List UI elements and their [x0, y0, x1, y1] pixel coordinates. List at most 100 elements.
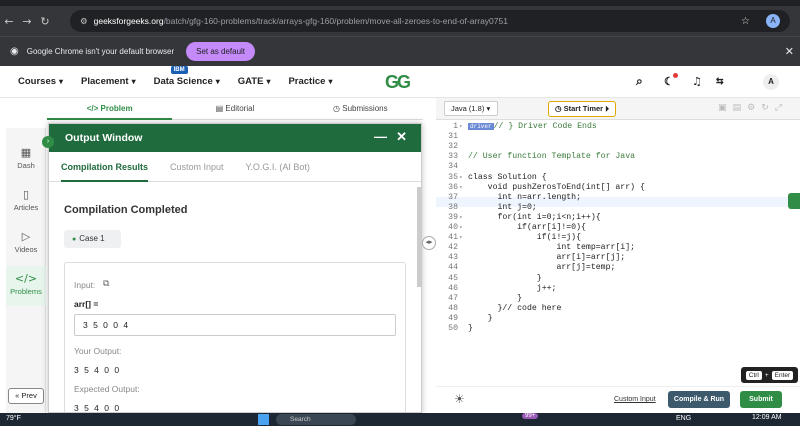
prev-button[interactable]: « Prev	[8, 388, 44, 404]
code-line: if(i!=j){	[468, 233, 582, 243]
windows-start-icon[interactable]	[258, 414, 269, 425]
input-value[interactable]: 3 5 0 0 4	[74, 314, 396, 336]
line-number: 40	[448, 223, 458, 232]
expected-output-value: 3 5 4 0 0	[74, 403, 121, 413]
compile-run-button[interactable]: Compile & Run	[668, 391, 730, 408]
code-line: }	[468, 273, 542, 283]
editor-toolbar: Java (1.8) ▾ ◷ Start Timer ⏵ ▣▤⚙↻⤢	[436, 98, 800, 120]
tab-yogi-ai-bot[interactable]: Y.O.G.I. (AI Bot)	[246, 152, 310, 182]
code-line: }	[468, 324, 473, 333]
rail-label: Dash	[17, 161, 35, 170]
tab-submissions[interactable]: ◷ Submissions	[298, 98, 423, 120]
code-editor[interactable]: 1 ▾ driver// } Driver Code Ends 31 32 33// Us…	[436, 120, 800, 386]
site-info-icon[interactable]: ⚙	[80, 16, 88, 27]
rail-item-articles[interactable]: ▯ Articles	[6, 188, 46, 212]
address-bar[interactable]: ⚙ geeksforgeeks.org/batch/gfg-160-proble…	[70, 10, 790, 32]
reload-icon[interactable]: ↻	[36, 15, 54, 28]
infobar-close-icon[interactable]: ✕	[785, 45, 794, 58]
driver-code-tag: driver	[468, 123, 494, 130]
user-avatar[interactable]: A	[763, 74, 779, 90]
fold-arrow-icon[interactable]: ▾	[459, 174, 463, 181]
nav-placement[interactable]: Placement ▾	[81, 76, 136, 87]
case-label: Case 1	[79, 234, 105, 243]
scrollbar[interactable]	[417, 187, 421, 287]
url-host: geeksforgeeks.org	[93, 16, 164, 26]
case-1-pill[interactable]: ● Case 1	[64, 230, 121, 248]
panel-resize-handle[interactable]: ◂▸	[422, 236, 436, 250]
profile-avatar[interactable]: A	[766, 14, 780, 28]
code-line: int n=arr.length;	[468, 192, 582, 202]
weather-widget[interactable]: 79°F	[6, 415, 21, 422]
fold-arrow-icon[interactable]: ▾	[459, 234, 463, 241]
feedback-tab[interactable]	[788, 193, 800, 209]
clock[interactable]: 12:09 AM	[752, 414, 782, 421]
theme-sun-icon[interactable]: ☀	[454, 392, 465, 406]
line-number: 47	[448, 293, 458, 303]
tab-editorial[interactable]: ▤ Editorial	[172, 98, 297, 120]
translate-icon[interactable]: ⇆	[716, 76, 724, 87]
code-icon: </>	[14, 272, 38, 285]
code-line: }	[468, 313, 493, 323]
site-navbar: Courses ▾ Placement ▾ IBM Data Science ▾ GAT…	[0, 66, 800, 98]
expected-output-label: Expected Output:	[74, 384, 140, 394]
line-number: 41	[448, 233, 458, 243]
fold-arrow-icon[interactable]: ▾	[459, 214, 463, 221]
nav-gate[interactable]: GATE ▾	[238, 76, 271, 87]
code-line: j++;	[468, 283, 557, 293]
code-line: }	[468, 293, 523, 303]
language-indicator[interactable]: ENG	[676, 415, 691, 422]
back-icon[interactable]: ←	[0, 15, 18, 28]
rail-item-dash[interactable]: ▦ Dash	[6, 146, 46, 170]
line-number: 38	[448, 202, 458, 212]
ctrl-key: Ctrl	[745, 370, 762, 380]
tab-compilation-results[interactable]: Compilation Results	[61, 152, 149, 182]
start-timer-button[interactable]: ◷ Start Timer ⏵	[548, 101, 616, 117]
custom-input-link[interactable]: Custom Input	[614, 396, 656, 403]
search-icon[interactable]: ⌕	[636, 74, 643, 89]
problem-tabs: </> Problem ▤ Editorial ◷ Submissions	[47, 98, 423, 120]
taskbar-search[interactable]: Search	[276, 414, 356, 425]
rail-item-videos[interactable]: ▷ Videos	[6, 230, 46, 254]
timer-label: Start Timer	[563, 104, 604, 113]
language-select[interactable]: Java (1.8) ▾	[444, 101, 498, 116]
minimize-icon[interactable]: —	[374, 129, 387, 144]
code-line: for(int i=0;i<n;i++){	[468, 212, 601, 222]
nav-label: Courses	[18, 76, 57, 87]
set-default-button[interactable]: Set as default	[186, 42, 256, 61]
fold-arrow-icon[interactable]: ▾	[459, 123, 463, 130]
nav-data-science[interactable]: IBM Data Science ▾	[154, 66, 220, 87]
submit-button[interactable]: Submit	[740, 391, 782, 408]
tab-problem[interactable]: </> Problem	[47, 98, 173, 120]
rail-label: Articles	[13, 203, 39, 212]
theme-toggle-icon[interactable]: ☾	[664, 75, 674, 88]
nav-courses[interactable]: Courses ▾	[18, 76, 63, 87]
code-line: if(arr[i]!=0){	[468, 223, 586, 232]
tab-custom-input[interactable]: Custom Input	[170, 152, 224, 182]
forward-icon[interactable]: →	[18, 15, 36, 28]
line-number: 34	[448, 162, 458, 172]
tab-label: Submissions	[342, 103, 388, 113]
nav-practice[interactable]: Practice ▾	[288, 76, 332, 87]
rail-item-problems[interactable]: </> Problems	[6, 266, 46, 306]
status-dot: ●	[72, 236, 77, 243]
language-value: Java (1.8)	[451, 104, 485, 113]
tab-label: Problem	[100, 103, 133, 113]
bell-icon[interactable]: ♫	[692, 75, 702, 88]
nav-label: GATE	[237, 76, 264, 87]
editor-action-icons[interactable]: ▣▤⚙↻⤢	[718, 103, 788, 113]
gfg-logo[interactable]: GG	[385, 72, 411, 93]
expand-chevron-icon[interactable]: ›	[42, 136, 54, 148]
output-window: Output Window — ✕ Compilation Results Cu…	[48, 123, 422, 413]
bookmark-star-icon[interactable]: ☆	[741, 16, 750, 27]
line-number: 44	[448, 263, 458, 273]
infobar-text: Google Chrome isn't your default browser	[26, 47, 175, 56]
your-output-label: Your Output:	[74, 346, 122, 356]
close-icon[interactable]: ✕	[396, 129, 407, 145]
tab-label: Editorial	[225, 103, 255, 113]
line-number: 48	[448, 303, 458, 313]
fold-arrow-icon[interactable]: ▾	[459, 184, 463, 191]
left-rail: ▦ Dash ▯ Articles ▷ Videos </> Problems	[6, 128, 46, 413]
line-number: 43	[448, 253, 458, 263]
fold-arrow-icon[interactable]: ▾	[459, 224, 463, 231]
copy-icon[interactable]: ⧉	[103, 278, 109, 289]
